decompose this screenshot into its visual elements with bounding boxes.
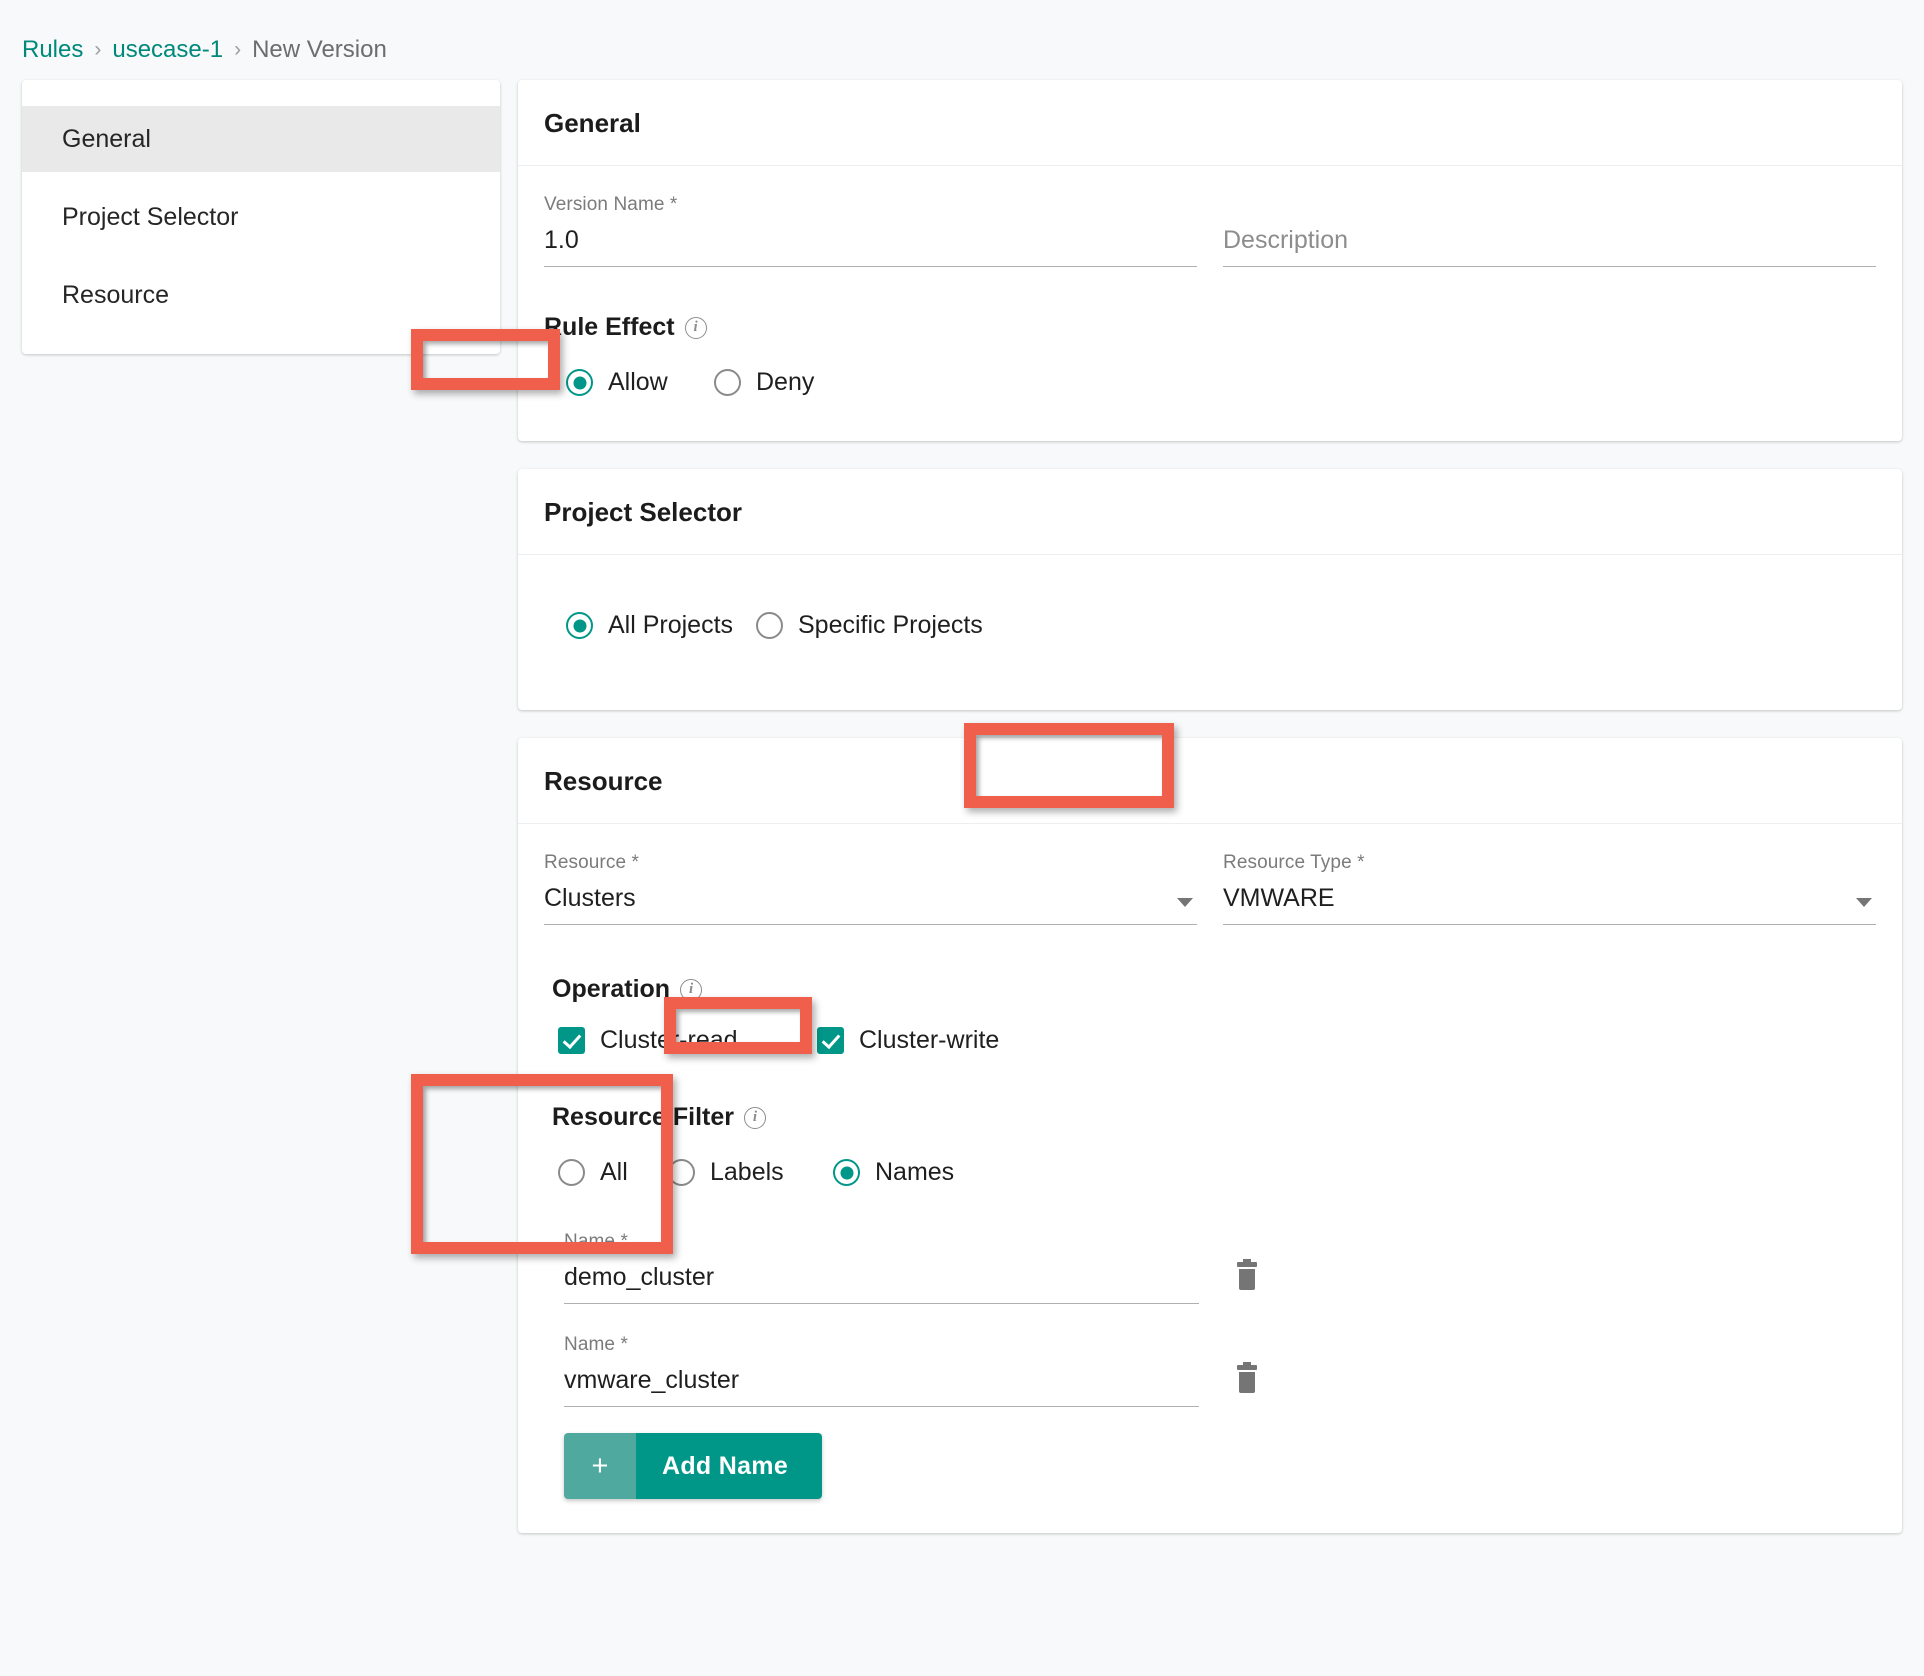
resource-label: Resource * bbox=[544, 852, 639, 873]
radio-label: Names bbox=[875, 1158, 955, 1186]
name-row: Name * demo_cluster bbox=[544, 1231, 1876, 1304]
resource-filter-radio-group: All Labels Names bbox=[544, 1148, 1876, 1197]
sidebar-item-resource[interactable]: Resource bbox=[22, 262, 500, 328]
breadcrumb: Rules › usecase-1 › New Version bbox=[0, 0, 1924, 72]
chevron-down-icon[interactable] bbox=[1856, 898, 1872, 907]
radio-specific-projects[interactable]: Specific Projects bbox=[744, 601, 983, 650]
radio-mark-icon bbox=[566, 612, 593, 639]
rule-effect-label: Rule Effect bbox=[544, 313, 675, 341]
chevron-down-icon[interactable] bbox=[1177, 898, 1193, 907]
resource-card: Resource Resource * Clusters Resource Ty… bbox=[518, 738, 1902, 1533]
breadcrumb-separator: › bbox=[234, 38, 242, 61]
sidebar-item-project-selector[interactable]: Project Selector bbox=[22, 184, 500, 250]
version-description-row: Version Name * 1.0 Description bbox=[544, 194, 1876, 267]
resource-field: Resource * Clusters bbox=[544, 852, 1197, 925]
resource-type-label: Resource Type * bbox=[1223, 852, 1365, 873]
description-input[interactable]: Description bbox=[1223, 226, 1876, 267]
page-layout: General Project Selector Resource Genera… bbox=[0, 72, 1924, 1533]
operation-heading: Operation i bbox=[544, 975, 1876, 1004]
checkbox-label: Cluster-write bbox=[859, 1026, 1000, 1054]
checkbox-checked-icon bbox=[817, 1027, 844, 1054]
resource-type-row: Resource * Clusters Resource Type * VMWA… bbox=[544, 852, 1876, 925]
name-field-2: Name * vmware_cluster bbox=[544, 1334, 1199, 1407]
info-icon[interactable]: i bbox=[744, 1106, 767, 1129]
version-name-label: Version Name * bbox=[544, 194, 678, 215]
version-name-input[interactable]: 1.0 bbox=[544, 226, 1197, 267]
general-card-body: Version Name * 1.0 Description Rule Effe… bbox=[518, 166, 1902, 441]
resource-card-title: Resource bbox=[518, 738, 1902, 824]
radio-label: All bbox=[600, 1158, 628, 1186]
info-icon[interactable]: i bbox=[680, 978, 703, 1001]
name-input-1[interactable]: demo_cluster bbox=[564, 1263, 1199, 1304]
radio-label: Specific Projects bbox=[798, 611, 983, 639]
radio-label: Labels bbox=[710, 1158, 784, 1186]
general-card-title: General bbox=[518, 80, 1902, 166]
radio-mark-icon bbox=[756, 612, 783, 639]
version-name-field: Version Name * 1.0 bbox=[544, 194, 1197, 267]
project-selector-card-title: Project Selector bbox=[518, 469, 1902, 555]
resource-type-select[interactable]: VMWARE bbox=[1223, 884, 1876, 925]
sidebar-item-general[interactable]: General bbox=[22, 106, 500, 172]
name-label: Name * bbox=[564, 1334, 628, 1355]
breadcrumb-item-usecase-1[interactable]: usecase-1 bbox=[112, 36, 223, 64]
radio-mark-icon bbox=[566, 369, 593, 396]
rule-effect-radio-group: Allow Deny bbox=[544, 358, 1876, 407]
resource-select[interactable]: Clusters bbox=[544, 884, 1197, 925]
checkbox-checked-icon bbox=[558, 1027, 585, 1054]
description-label bbox=[1223, 194, 1876, 216]
name-row: Name * vmware_cluster bbox=[544, 1334, 1876, 1407]
radio-label: All Projects bbox=[608, 611, 734, 639]
trash-icon bbox=[1234, 1362, 1260, 1395]
project-selector-card-body: All Projects Specific Projects bbox=[518, 555, 1902, 710]
project-selector-radio-group: All Projects Specific Projects bbox=[544, 601, 1876, 650]
resource-card-body: Resource * Clusters Resource Type * VMWA… bbox=[518, 824, 1902, 1533]
radio-mark-icon bbox=[558, 1159, 585, 1186]
delete-name-button-1[interactable] bbox=[1225, 1252, 1269, 1302]
add-name-button[interactable]: + Add Name bbox=[564, 1433, 823, 1499]
radio-mark-icon bbox=[833, 1159, 860, 1186]
delete-name-button-2[interactable] bbox=[1225, 1355, 1269, 1405]
radio-mark-icon bbox=[714, 369, 741, 396]
radio-rule-effect-allow[interactable]: Allow bbox=[544, 358, 702, 407]
breadcrumb-separator: › bbox=[94, 38, 102, 61]
radio-filter-labels[interactable]: Labels bbox=[668, 1148, 821, 1197]
breadcrumb-item-new-version: New Version bbox=[252, 36, 387, 63]
sidebar-item-label: General bbox=[62, 124, 151, 153]
checkbox-cluster-write[interactable]: Cluster-write bbox=[809, 1020, 999, 1061]
plus-icon: + bbox=[564, 1433, 636, 1499]
description-field: Description bbox=[1223, 194, 1876, 267]
radio-label: Deny bbox=[756, 368, 815, 396]
form-content: General Version Name * 1.0 Description R… bbox=[518, 80, 1902, 1533]
radio-rule-effect-deny[interactable]: Deny bbox=[702, 358, 814, 407]
name-input-2[interactable]: vmware_cluster bbox=[564, 1366, 1199, 1407]
name-label: Name * bbox=[564, 1231, 628, 1252]
sidebar-item-label: Project Selector bbox=[62, 202, 239, 231]
resource-type-field: Resource Type * VMWARE bbox=[1223, 852, 1876, 925]
radio-filter-all[interactable]: All bbox=[544, 1148, 668, 1197]
operation-checkbox-group: Cluster-read Cluster-write bbox=[544, 1020, 1876, 1061]
project-selector-card: Project Selector All Projects Specific P… bbox=[518, 469, 1902, 710]
sidebar-item-label: Resource bbox=[62, 280, 169, 309]
radio-filter-names[interactable]: Names bbox=[821, 1148, 954, 1197]
name-field-1: Name * demo_cluster bbox=[544, 1231, 1199, 1304]
rule-effect-heading: Rule Effect i bbox=[544, 313, 1876, 342]
radio-mark-icon bbox=[668, 1159, 695, 1186]
checkbox-cluster-read[interactable]: Cluster-read bbox=[544, 1020, 809, 1061]
radio-all-projects[interactable]: All Projects bbox=[544, 601, 744, 650]
add-name-button-label: Add Name bbox=[636, 1433, 823, 1499]
section-nav-sidebar: General Project Selector Resource bbox=[22, 80, 500, 354]
breadcrumb-item-rules[interactable]: Rules bbox=[22, 36, 83, 64]
checkbox-label: Cluster-read bbox=[600, 1026, 738, 1054]
resource-filter-heading: Resource Filter i bbox=[544, 1103, 1876, 1132]
trash-icon bbox=[1234, 1259, 1260, 1292]
general-card: General Version Name * 1.0 Description R… bbox=[518, 80, 1902, 441]
operation-label: Operation bbox=[552, 975, 671, 1003]
radio-label: Allow bbox=[608, 368, 668, 396]
resource-filter-label: Resource Filter bbox=[552, 1103, 735, 1131]
info-icon[interactable]: i bbox=[684, 316, 707, 339]
